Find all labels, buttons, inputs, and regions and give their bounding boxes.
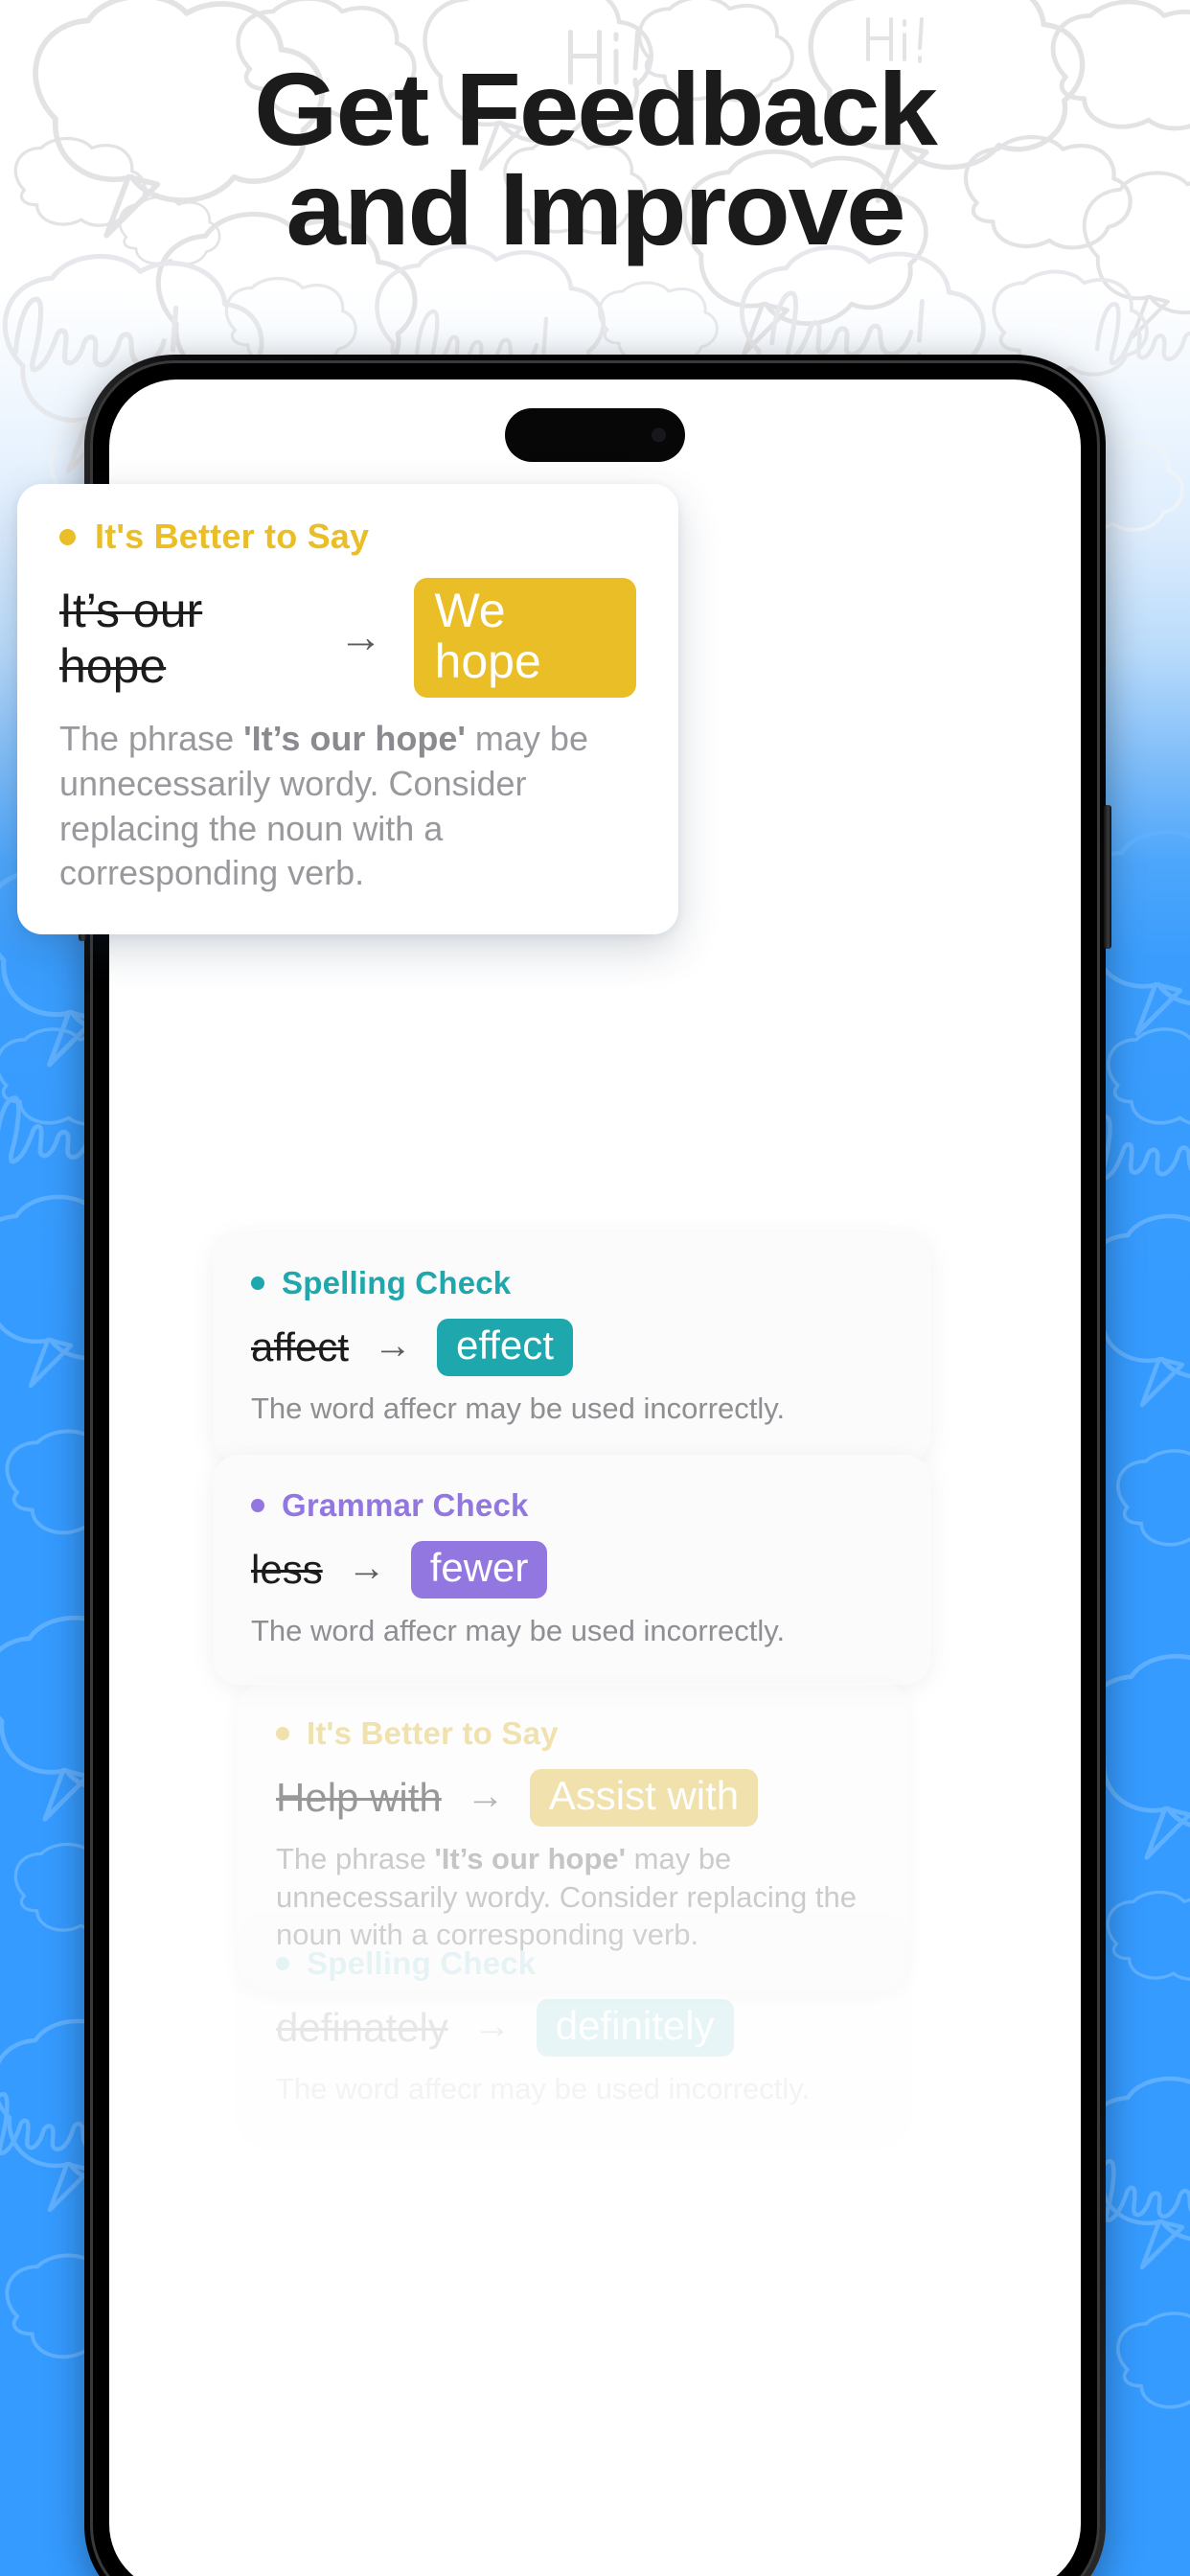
power-button[interactable] [1104, 805, 1111, 949]
front-camera-icon [652, 427, 666, 443]
original-word: affect [251, 1324, 349, 1370]
suggested-word-badge[interactable]: We hope [413, 578, 636, 698]
card-header: Spelling Check [251, 1265, 893, 1301]
description-prefix: The phrase [276, 1842, 435, 1876]
card-description: The phrase 'It’s our hope' may be unnece… [59, 717, 636, 896]
correction-row: It’s our hope → We hope [59, 578, 636, 698]
suggested-word-badge[interactable]: fewer [410, 1541, 548, 1599]
bullet-dot-icon [276, 1727, 289, 1740]
card-header: It's Better to Say [276, 1715, 870, 1752]
card-category-label: Grammar Check [282, 1487, 529, 1523]
suggested-word-badge[interactable]: definitely [536, 1999, 734, 2058]
card-category-label: It's Better to Say [95, 517, 370, 556]
headline-line-1: Get Feedback [254, 51, 938, 167]
card-header: It's Better to Say [59, 517, 636, 557]
correction-row: less → fewer [251, 1541, 893, 1599]
arrow-right-icon: → [466, 1775, 505, 1818]
bullet-dot-icon [276, 1957, 289, 1970]
correction-row: definately → definitely [276, 1999, 870, 2058]
dynamic-island [505, 408, 685, 462]
original-word: less [251, 1547, 323, 1593]
card-category-label: It's Better to Say [307, 1715, 559, 1751]
bullet-dot-icon [59, 528, 76, 545]
suggestion-card-spelling-check-faded[interactable]: Spelling Check definately → definitely T… [238, 1913, 908, 2143]
headline-line-2: and Improve [286, 150, 906, 266]
description-quoted-phrase: 'It’s our hope' [434, 1842, 627, 1876]
hero-suggestion-card[interactable]: It's Better to Say It’s our hope → We ho… [17, 484, 678, 935]
card-category-label: Spelling Check [307, 1945, 537, 1981]
suggestion-card-grammar-check[interactable]: Grammar Check less → fewer The word affe… [213, 1455, 931, 1685]
bullet-dot-icon [251, 1499, 264, 1512]
correction-row: affect → effect [251, 1319, 893, 1377]
correction-row: Help with → Assist with [276, 1769, 870, 1828]
arrow-right-icon: → [338, 610, 383, 661]
suggested-word-badge[interactable]: Assist with [529, 1769, 759, 1828]
original-word: Help with [276, 1775, 442, 1821]
original-word: It’s our hope [59, 583, 203, 693]
card-header: Grammar Check [251, 1487, 893, 1524]
card-description: The word affecr may be used incorrectly. [251, 1392, 786, 1426]
description-prefix: The phrase [59, 719, 244, 758]
arrow-right-icon: → [347, 1547, 386, 1590]
suggestion-card-spelling-check[interactable]: Spelling Check affect → effect The word … [213, 1232, 931, 1462]
app-store-promo-screenshot: Get Feedback and Improve Spelling Check [0, 0, 1190, 2576]
suggested-word-badge[interactable]: effect [436, 1319, 573, 1377]
description-quoted-phrase: 'It’s our hope' [243, 719, 466, 758]
original-word: definately [276, 2005, 448, 2051]
bullet-dot-icon [251, 1276, 264, 1290]
card-description: The word affecr may be used incorrectly. [276, 2072, 811, 2106]
arrow-right-icon: → [472, 2005, 512, 2048]
card-category-label: Spelling Check [282, 1265, 512, 1300]
arrow-right-icon: → [373, 1324, 412, 1368]
page-title: Get Feedback and Improve [0, 58, 1190, 266]
card-header: Spelling Check [276, 1945, 870, 1982]
card-description: The word affecr may be used incorrectly. [251, 1614, 786, 1648]
